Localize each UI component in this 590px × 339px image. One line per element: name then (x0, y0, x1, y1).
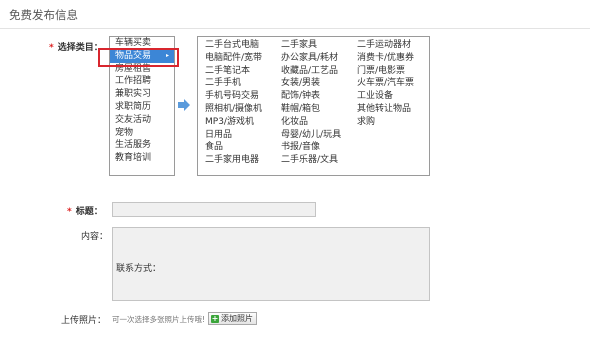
subcategory-item[interactable]: 二手台式电脑 (205, 39, 262, 52)
subcategory-item[interactable]: 门票/电影票 (357, 65, 414, 78)
subcategory-item[interactable]: 二手手机 (205, 77, 262, 90)
subcategory-item[interactable]: 二手笔记本 (205, 65, 262, 78)
category-item[interactable]: 兼职实习 (110, 88, 174, 101)
subcategory-item[interactable]: 配饰/钟表 (281, 90, 341, 103)
upload-hint: 可一次选择多张照片上传哦! (112, 315, 206, 324)
subcategory-item[interactable]: 二手运动器材 (357, 39, 414, 52)
contact-text: 联系方式： (116, 264, 162, 274)
content-textarea[interactable]: 联系方式： (112, 227, 430, 301)
category-label: * 选择类目： (49, 43, 103, 53)
title-divider (0, 28, 590, 29)
subcategory-list[interactable]: 二手台式电脑 电脑配件/宽带 二手笔记本 二手手机 手机号码交易 照相机/摄像机 MP3/游… (197, 36, 430, 176)
category-item-label: 生活服务 (115, 140, 152, 151)
category-item[interactable]: 物品交易 ▸ (110, 49, 174, 63)
title-label: * 标题： (67, 207, 103, 217)
category-item-label: 兼职实习 (115, 89, 152, 100)
subcategory-item[interactable]: 鞋帽/箱包 (281, 103, 341, 116)
submenu-arrow-icon: ▸ (165, 51, 169, 59)
subcategory-item[interactable]: 手机号码交易 (205, 90, 262, 103)
subcategory-item[interactable]: 照相机/摄像机 (205, 103, 262, 116)
subcategory-item[interactable]: 办公家具/耗材 (281, 52, 341, 65)
category-item[interactable]: 宠物 (110, 127, 174, 140)
subcategory-item[interactable]: 收藏品/工艺品 (281, 65, 341, 78)
required-mark: * (49, 43, 54, 53)
category-list[interactable]: 车辆买卖物品交易 ▸ 房屋租售工作招聘兼职实习 求职简历交友活动宠物生活服务教育培训 (109, 36, 175, 176)
category-item[interactable]: 房屋租售 (110, 63, 174, 76)
subcategory-item[interactable]: 化妆品 (281, 116, 341, 129)
content-label: 内容： (81, 232, 109, 242)
category-item[interactable]: 车辆买卖 (110, 37, 174, 50)
add-photo-button[interactable]: + 添加照片 (208, 312, 257, 325)
upload-label: 上传照片： (61, 316, 107, 326)
category-item-label: 物品交易 (115, 50, 152, 61)
category-item[interactable]: 生活服务 (110, 139, 174, 152)
category-item-label: 房屋租售 (115, 63, 152, 74)
plus-icon: + (211, 313, 219, 323)
subcategory-item[interactable]: MP3/游戏机 (205, 116, 262, 129)
subcategory-item[interactable]: 电脑配件/宽带 (205, 52, 262, 65)
category-item[interactable]: 教育培训 (110, 152, 174, 165)
category-item-label: 宠物 (115, 127, 134, 138)
subcategory-item[interactable]: 书报/音像 (281, 141, 341, 154)
subcategory-item[interactable]: 火车票/汽车票 (357, 77, 414, 90)
subcategory-item[interactable]: 日用品 (205, 129, 262, 142)
subcategory-item[interactable]: 母婴/幼儿/玩具 (281, 129, 341, 142)
subcategory-item[interactable]: 二手家用电器 (205, 154, 262, 167)
subcategory-item[interactable]: 消费卡/优惠券 (357, 52, 414, 65)
subcategory-item[interactable]: 二手乐器/文具 (281, 154, 341, 167)
category-item-label: 工作招聘 (115, 76, 152, 87)
subcategory-item[interactable]: 其他转让物品 (357, 103, 414, 116)
category-item-label: 交友活动 (115, 114, 152, 125)
subcategory-column-2: 二手家具 办公家具/耗材 收藏品/工艺品 女装/男装 配饰/钟表 鞋帽/箱包 化妆品 母婴/幼… (281, 39, 341, 167)
category-item[interactable]: 求职简历 (110, 101, 174, 114)
category-item-label: 求职简历 (115, 101, 152, 112)
category-item-label: 教育培训 (115, 153, 152, 164)
subcategory-item[interactable]: 食品 (205, 141, 262, 154)
subcategory-item[interactable]: 二手家具 (281, 39, 341, 52)
subcategory-item[interactable]: 女装/男装 (281, 77, 341, 90)
arrow-right-icon (178, 99, 190, 111)
add-photo-label: 添加照片 (221, 314, 253, 323)
page-title: 免费发布信息 (9, 8, 78, 22)
title-input[interactable] (112, 202, 316, 217)
subcategory-item[interactable]: 工业设备 (357, 90, 414, 103)
category-item-label: 车辆买卖 (115, 38, 152, 48)
subcategory-column-3: 二手运动器材 消费卡/优惠券 门票/电影票 火车票/汽车票 工业设备 其他转让物品 求购 (357, 39, 414, 129)
subcategory-item[interactable]: 求购 (357, 116, 414, 129)
category-item[interactable]: 交友活动 (110, 114, 174, 127)
subcategory-column-1: 二手台式电脑 电脑配件/宽带 二手笔记本 二手手机 手机号码交易 照相机/摄像机 MP3/游… (205, 39, 262, 167)
category-item[interactable]: 工作招聘 (110, 75, 174, 88)
